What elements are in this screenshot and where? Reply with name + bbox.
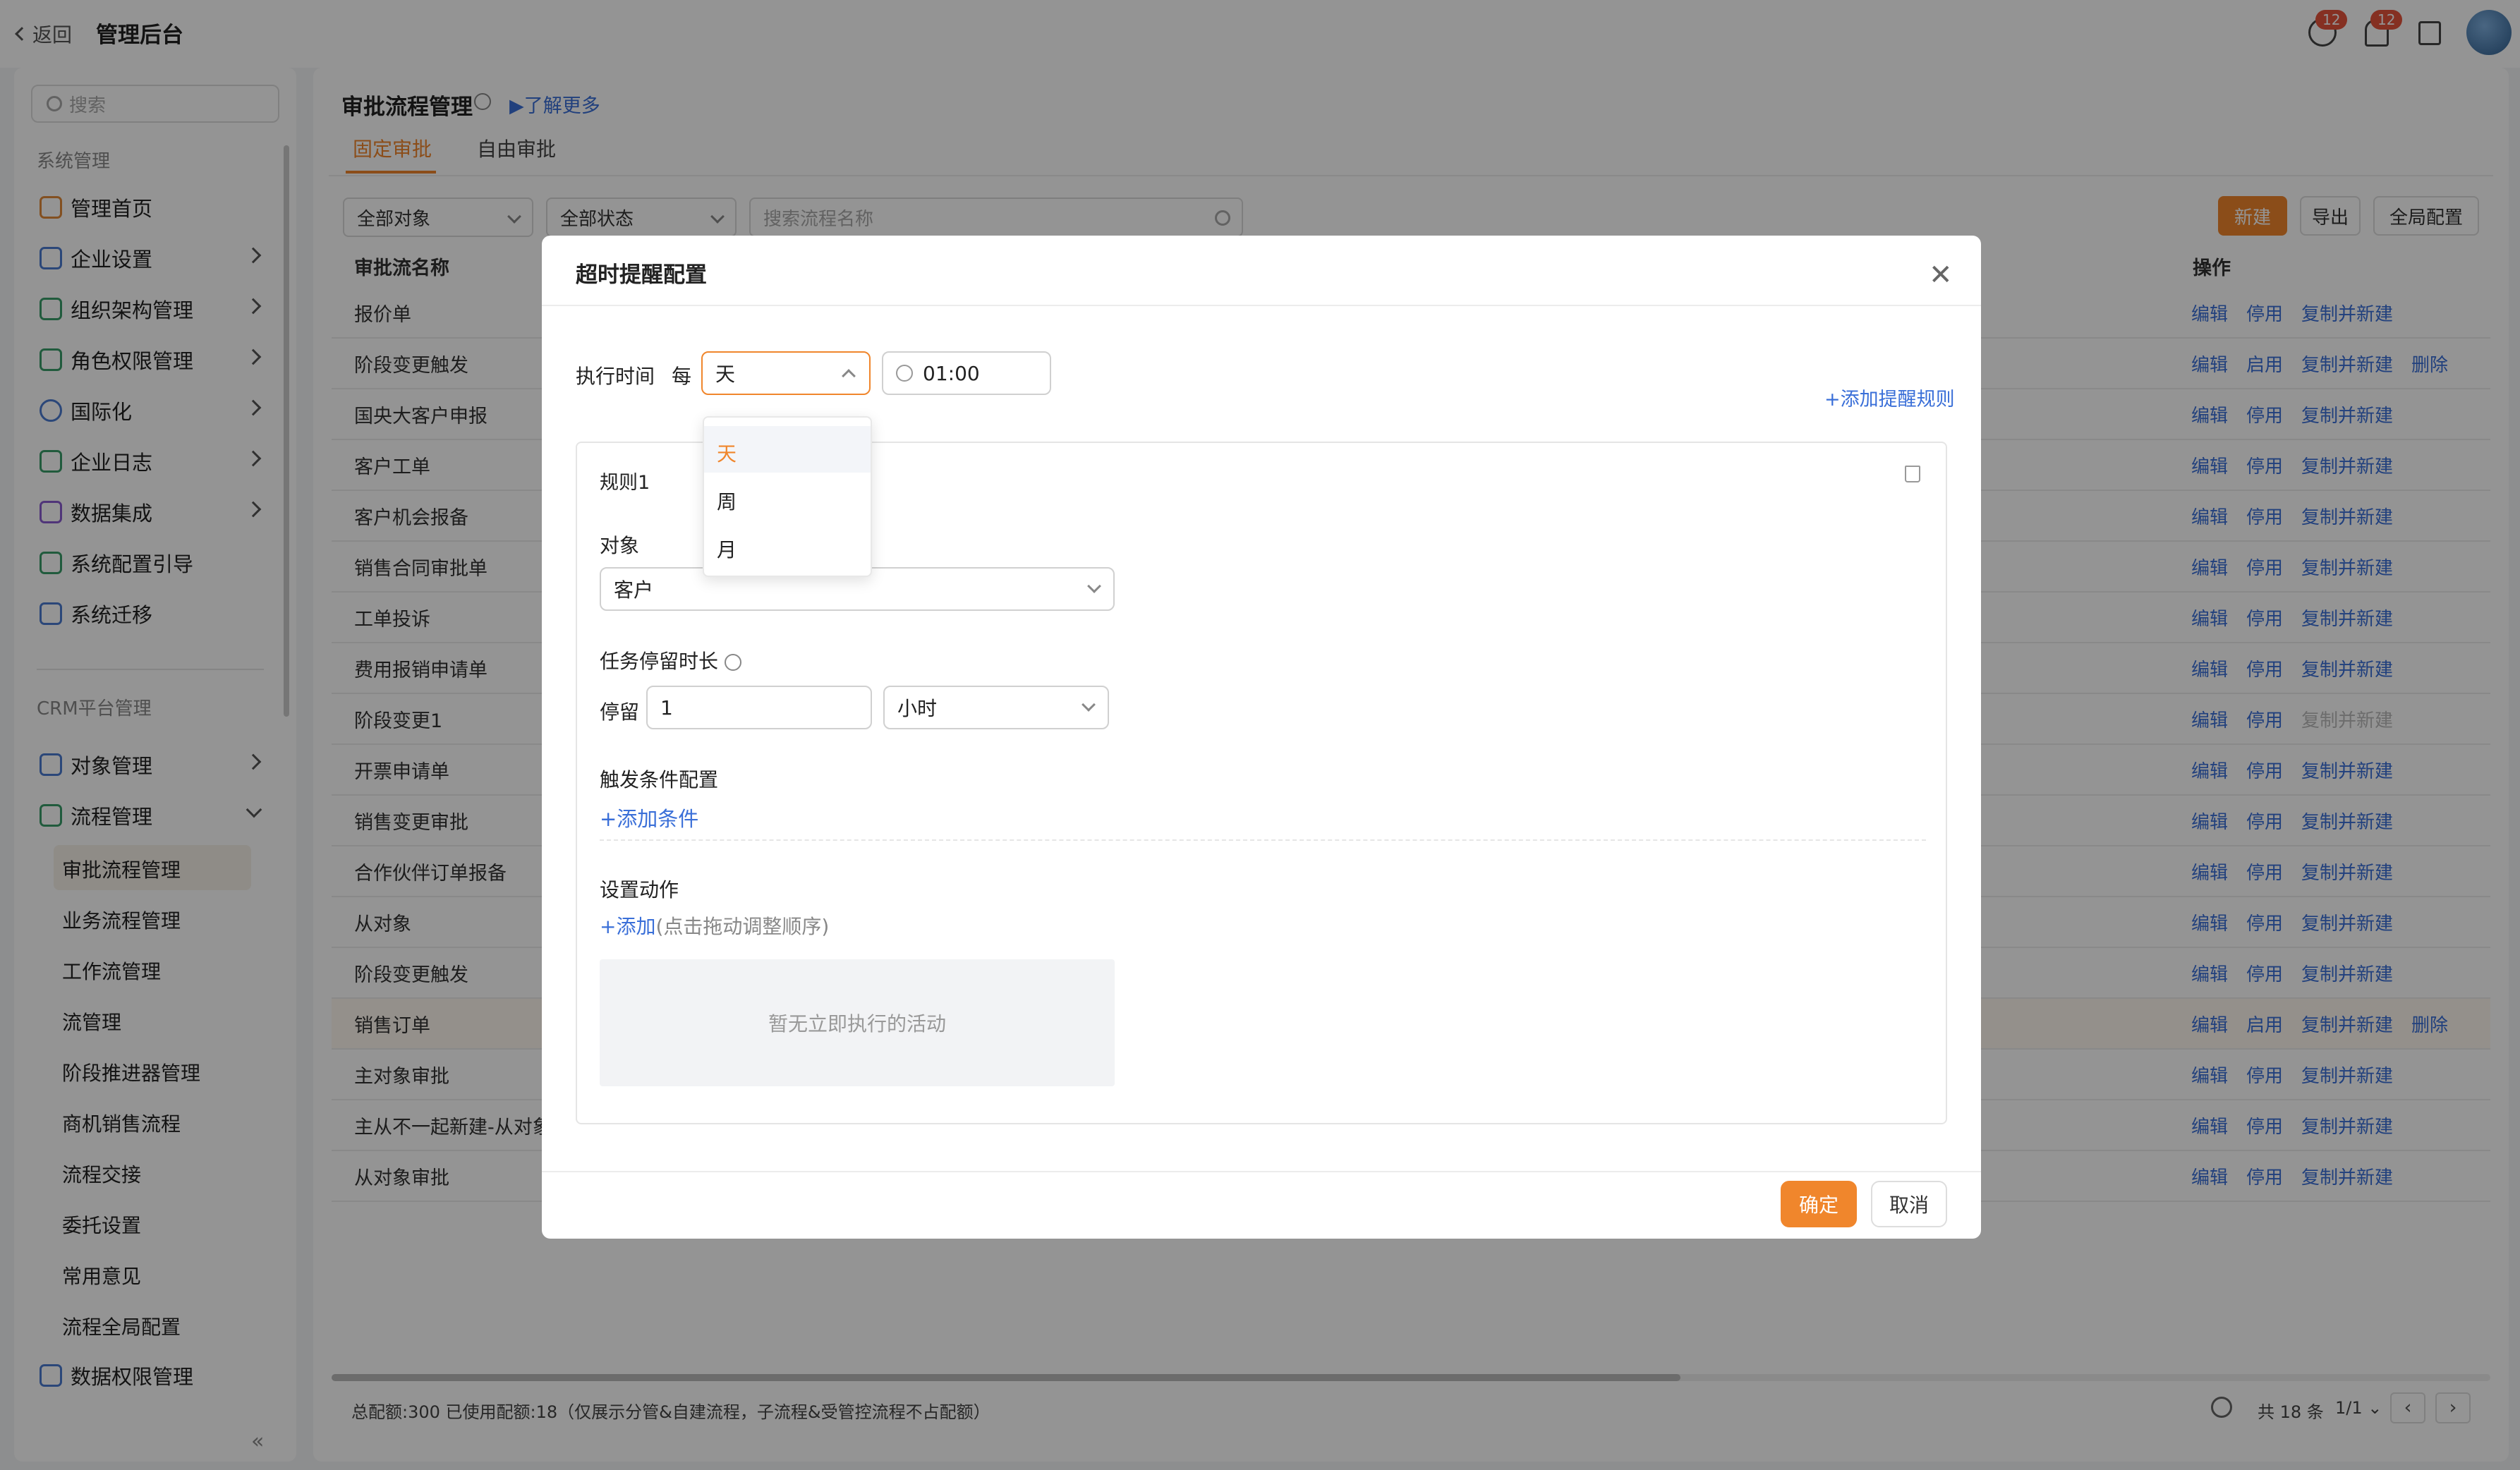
object-value: 客户 xyxy=(614,578,654,602)
timeout-reminder-modal: 超时提醒配置 ✕ 执行时间 每 天 01:00 +添加提醒规则 规则1 对象 客… xyxy=(542,236,1981,1239)
every-label: 每 xyxy=(672,365,692,388)
frequency-select[interactable]: 天 xyxy=(701,351,871,395)
rule-title: 规则1 xyxy=(600,472,650,494)
modal-footer-divider xyxy=(542,1171,1981,1172)
trash-icon[interactable] xyxy=(1905,466,1920,482)
stay-value: 1 xyxy=(660,695,673,719)
empty-actions: 暂无立即执行的活动 xyxy=(600,959,1115,1086)
dropdown-option-week[interactable]: 周 xyxy=(717,487,737,515)
action-label: 设置动作 xyxy=(600,878,679,901)
help-icon[interactable] xyxy=(724,654,741,671)
add-condition-link[interactable]: +添加条件 xyxy=(600,803,698,832)
frequency-dropdown: 天 周 月 xyxy=(703,416,872,577)
modal-header-divider xyxy=(542,305,1981,306)
cancel-button[interactable]: 取消 xyxy=(1871,1181,1947,1227)
exec-time-label: 执行时间 xyxy=(576,365,655,388)
dropdown-option-day[interactable]: 天 xyxy=(717,439,737,467)
stay-prefix: 停留 xyxy=(600,700,640,724)
confirm-button[interactable]: 确定 xyxy=(1781,1181,1857,1227)
close-icon[interactable]: ✕ xyxy=(1929,261,1953,289)
chevron-down-icon xyxy=(1082,698,1096,712)
frequency-value: 天 xyxy=(715,363,736,386)
stay-unit-value: 小时 xyxy=(897,697,938,720)
add-rule-link[interactable]: +添加提醒规则 xyxy=(1824,384,1955,411)
trigger-label: 触发条件配置 xyxy=(600,768,719,791)
add-action-hint: (点击拖动调整顺序) xyxy=(655,915,830,938)
dropdown-option-month[interactable]: 月 xyxy=(717,535,737,563)
stay-duration-text: 任务停留时长 xyxy=(600,650,719,673)
chevron-up-icon xyxy=(842,369,856,383)
stay-unit-select[interactable]: 小时 xyxy=(883,686,1109,729)
time-picker[interactable]: 01:00 xyxy=(882,351,1051,395)
add-action-link[interactable]: +添加 xyxy=(600,915,655,938)
section-divider xyxy=(600,839,1926,841)
stay-duration-label: 任务停留时长 xyxy=(600,646,741,674)
chevron-down-icon xyxy=(1087,579,1101,593)
object-label: 对象 xyxy=(600,534,640,557)
modal-title: 超时提醒配置 xyxy=(576,262,707,288)
add-action-row: +添加(点击拖动调整顺序) xyxy=(600,911,829,940)
stay-value-input[interactable]: 1 xyxy=(646,686,872,729)
time-value: 01:00 xyxy=(923,361,980,385)
clock-icon xyxy=(896,365,913,382)
